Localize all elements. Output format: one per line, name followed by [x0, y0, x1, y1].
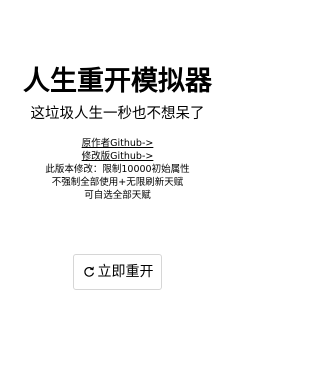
version-note: 此版本修改：限制10000初始属性 — [45, 164, 190, 175]
github-links: 原作者Github-> 修改版Github-> — [0, 137, 235, 163]
restart-button-label: 立即重开 — [97, 264, 154, 280]
original-github-link[interactable]: 原作者Github-> — [0, 137, 235, 150]
home-screen: 人生重开模拟器 这垃圾人生一秒也不想呆了 原作者Github-> 修改版Gith… — [0, 0, 235, 390]
restart-icon — [82, 265, 96, 279]
page-subtitle: 这垃圾人生一秒也不想呆了 — [30, 106, 205, 122]
page-title: 人生重开模拟器 — [23, 66, 212, 97]
restart-button[interactable]: 立即重开 — [73, 254, 162, 290]
modified-github-link[interactable]: 修改版Github-> — [0, 150, 235, 163]
version-note: 不强制全部使用+无限刷新天赋 — [51, 177, 184, 188]
version-note: 可自选全部天赋 — [84, 190, 151, 201]
version-notes: 此版本修改：限制10000初始属性 不强制全部使用+无限刷新天赋 可自选全部天赋 — [0, 163, 235, 202]
